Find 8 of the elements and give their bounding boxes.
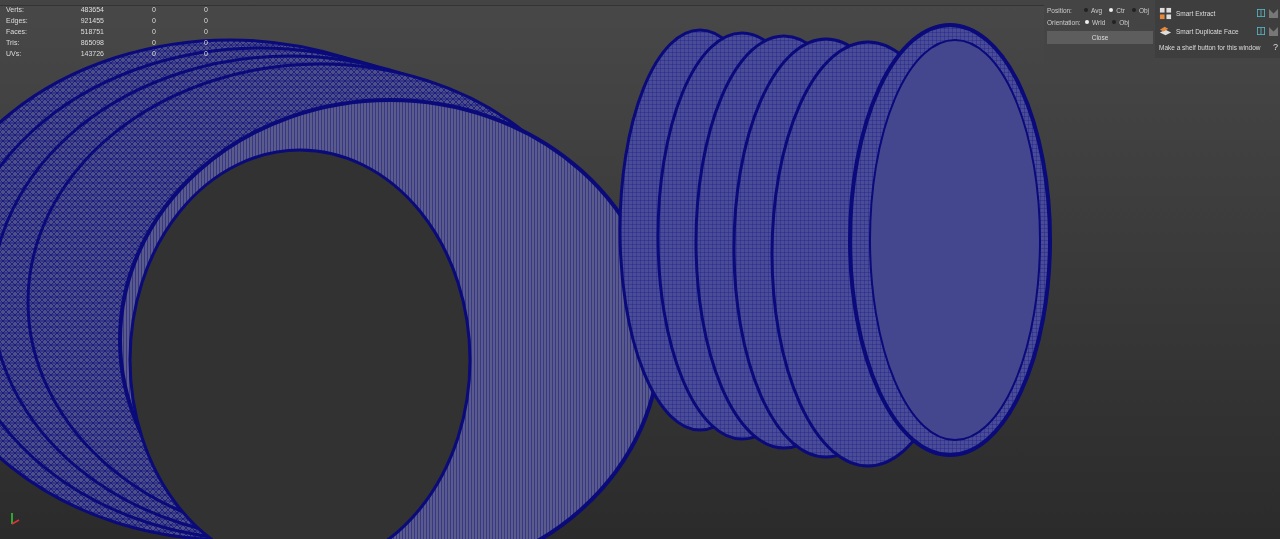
panel-icon[interactable] [1257,27,1265,35]
axis-gizmo-icon [8,510,22,526]
squares-icon[interactable] [1159,6,1172,20]
radio-button[interactable] [1109,8,1114,12]
layers-icon[interactable] [1159,24,1172,38]
radio-button[interactable] [1085,20,1089,24]
panel-icon[interactable] [1257,9,1265,17]
help-icon[interactable]: ? [1273,42,1278,52]
